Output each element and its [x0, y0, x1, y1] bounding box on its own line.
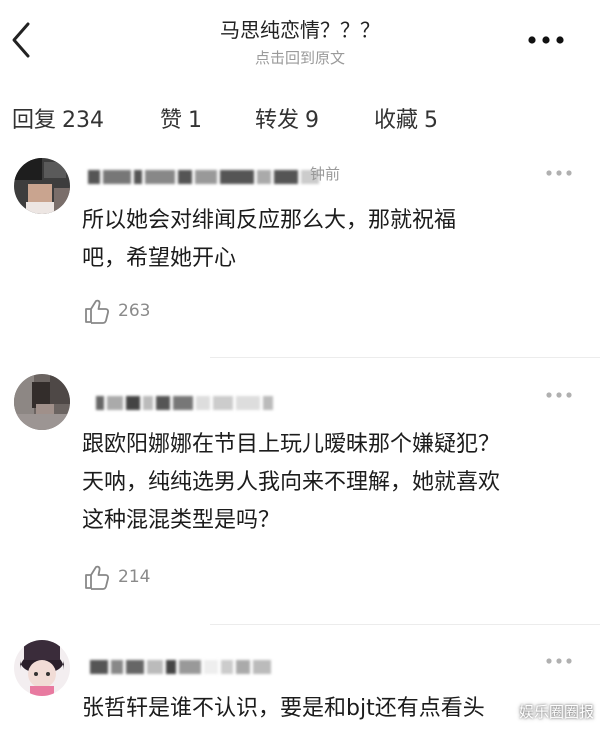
tab-replies[interactable]: 回复 234 — [12, 102, 104, 134]
comment-item: 钟前 所以她会对绯闻反应那么大，那就祝福 吧，希望她开心 263 — [0, 150, 600, 350]
comment-text-line: 这种混混类型是吗？ — [82, 508, 281, 533]
thumb-up-icon — [85, 299, 110, 324]
comment-text-line: 天呐，纯纯选男人我向来不理解，她就喜欢 — [82, 470, 501, 495]
tab-favorites[interactable]: 收藏 5 — [374, 102, 438, 134]
avatar[interactable] — [14, 374, 70, 430]
back-to-original-link[interactable]: 点击回到原文 — [0, 47, 600, 68]
comment-text-line: 张哲轩是谁不认识，要是和bjt还有点看头 — [82, 696, 485, 721]
comment-item: 张哲轩是谁不认识，要是和bjt还有点看头 — [0, 638, 600, 730]
more-horizontal-icon[interactable] — [528, 36, 564, 44]
tab-reposts-label: 转发 — [255, 108, 300, 133]
like-count: 214 — [118, 567, 151, 587]
thumb-up-icon — [85, 565, 110, 590]
tab-replies-label: 回复 — [12, 108, 57, 133]
username-blurred[interactable] — [96, 392, 273, 414]
comment-text-line: 跟欧阳娜娜在节目上玩儿暧昧那个嫌疑犯？ — [82, 432, 501, 457]
comment-text-line: 吧，希望她开心 — [82, 246, 237, 271]
tab-likes-count: 1 — [188, 108, 203, 133]
username-blurred[interactable] — [88, 166, 319, 188]
tab-favorites-count: 5 — [424, 108, 439, 133]
like-count: 263 — [118, 301, 151, 321]
tab-likes[interactable]: 赞1 — [160, 102, 202, 134]
avatar[interactable] — [14, 158, 70, 214]
tab-reposts[interactable]: 转发 9 — [255, 102, 319, 134]
comment-text-line: 所以她会对绯闻反应那么大，那就祝福 — [82, 208, 457, 233]
divider — [210, 357, 600, 358]
comment-text: 所以她会对绯闻反应那么大，那就祝福 吧，希望她开心 — [82, 202, 552, 278]
comment-item: 跟欧阳娜娜在节目上玩儿暧昧那个嫌疑犯？ 天呐，纯纯选男人我向来不理解，她就喜欢 … — [0, 370, 600, 620]
page-title: 马思纯恋情？？？ — [220, 18, 380, 42]
more-horizontal-icon[interactable] — [546, 658, 572, 664]
avatar-image — [14, 374, 70, 430]
username-blurred[interactable] — [90, 656, 271, 678]
tab-favorites-label: 收藏 — [374, 108, 419, 133]
comment-time: 钟前 — [310, 165, 341, 183]
divider — [210, 624, 600, 625]
comment-text: 跟欧阳娜娜在节目上玩儿暧昧那个嫌疑犯？ 天呐，纯纯选男人我向来不理解，她就喜欢 … — [82, 426, 582, 540]
tab-reposts-count: 9 — [305, 108, 320, 133]
avatar[interactable] — [14, 640, 70, 696]
watermark: 娱乐圈圈报 — [518, 703, 594, 721]
top-nav-bar: 马思纯恋情？？？ 点击回到原文 — [0, 0, 600, 80]
more-horizontal-icon[interactable] — [546, 170, 572, 176]
like-button[interactable]: 214 — [84, 562, 150, 592]
avatar-image — [14, 158, 70, 214]
avatar-image — [14, 640, 70, 696]
tab-bar: 回复 234 赞1 转发 9 收藏 5 — [0, 96, 600, 140]
tab-replies-count: 234 — [62, 108, 105, 133]
tab-likes-label: 赞 — [160, 108, 183, 133]
more-horizontal-icon[interactable] — [546, 392, 572, 398]
like-button[interactable]: 263 — [84, 296, 150, 326]
comment-text: 张哲轩是谁不认识，要是和bjt还有点看头 — [82, 690, 592, 728]
